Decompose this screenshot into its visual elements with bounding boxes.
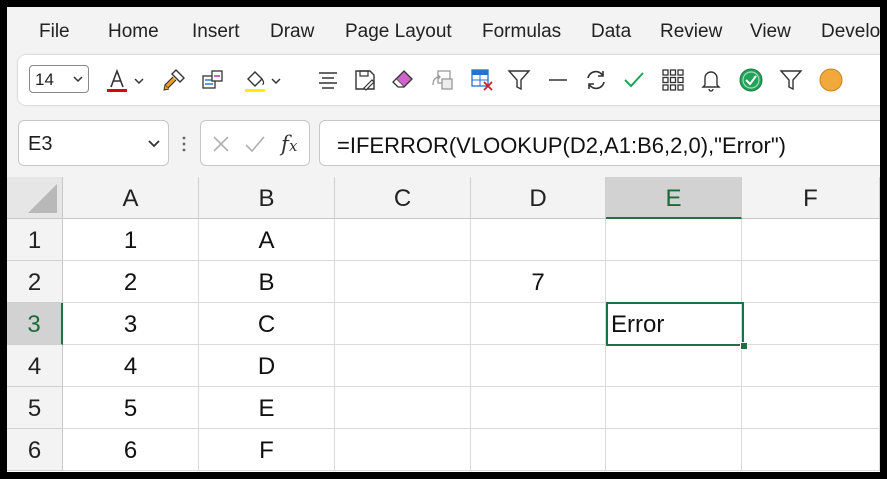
eraser-icon[interactable] [390, 67, 416, 93]
format-painter-icon[interactable] [161, 67, 187, 93]
save-as-icon[interactable] [352, 67, 378, 93]
cell-c2[interactable] [335, 261, 471, 303]
chevron-down-icon[interactable] [271, 77, 281, 85]
check-circle-icon[interactable] [738, 67, 764, 93]
cell-a6[interactable]: 6 [63, 429, 199, 471]
name-box[interactable]: E3 [18, 120, 169, 166]
more-dots-icon[interactable] [181, 135, 187, 153]
cell-a3[interactable]: 3 [63, 303, 199, 345]
cell-b1[interactable]: A [199, 219, 335, 261]
enter-check-icon[interactable] [244, 134, 266, 154]
chevron-down-icon [148, 140, 160, 148]
formula-bar[interactable]: =IFERROR(VLOOKUP(D2,A1:B6,2,0),"Error") [319, 120, 880, 166]
cell-d5[interactable] [471, 387, 606, 429]
cell-e4[interactable] [606, 345, 742, 387]
column-header-f[interactable]: F [742, 177, 880, 219]
cell-a4[interactable]: 4 [63, 345, 199, 387]
cell-e6[interactable] [606, 429, 742, 471]
cell-a5[interactable]: 5 [63, 387, 199, 429]
column-header-d[interactable]: D [471, 177, 606, 219]
cell-e2[interactable] [606, 261, 742, 303]
cell-d4[interactable] [471, 345, 606, 387]
ribbon-tabs: File Home Insert Draw Page Layout Formul… [7, 7, 880, 51]
tab-data[interactable]: Data [591, 21, 631, 43]
cell-e3[interactable]: Error [606, 303, 742, 345]
cell-b3[interactable]: C [199, 303, 335, 345]
select-all-triangle-icon [28, 184, 57, 213]
tab-formulas[interactable]: Formulas [482, 21, 561, 43]
cell-c6[interactable] [335, 429, 471, 471]
cell-e5[interactable] [606, 387, 742, 429]
cell-c1[interactable] [335, 219, 471, 261]
cell-e1[interactable] [606, 219, 742, 261]
filter-icon-2[interactable] [778, 67, 804, 93]
minus-icon[interactable] [545, 67, 571, 93]
svg-text:x: x [289, 137, 298, 155]
tab-file[interactable]: File [39, 21, 70, 43]
delete-table-icon[interactable] [469, 67, 495, 93]
refresh-icon[interactable] [583, 67, 609, 93]
insert-function-icon[interactable]: fx [279, 131, 303, 157]
cell-f4[interactable] [742, 345, 880, 387]
fill-handle[interactable] [740, 342, 748, 350]
name-box-value: E3 [28, 133, 53, 155]
tab-developer[interactable]: Develo [821, 21, 880, 43]
filter-icon[interactable] [506, 67, 532, 93]
cell-c4[interactable] [335, 345, 471, 387]
cell-b6[interactable]: F [199, 429, 335, 471]
cell-d1[interactable] [471, 219, 606, 261]
partial-orange-icon[interactable] [818, 67, 844, 93]
cell-d3[interactable] [471, 303, 606, 345]
tab-page-layout[interactable]: Page Layout [345, 21, 452, 43]
cell-a2[interactable]: 2 [63, 261, 199, 303]
cell-f3[interactable] [742, 303, 880, 345]
cell-c3[interactable] [335, 303, 471, 345]
cell-d2[interactable]: 7 [471, 261, 606, 303]
row-header-3[interactable]: 3 [7, 303, 63, 345]
quick-toolbar: 14 [18, 55, 880, 105]
fill-color-icon[interactable] [242, 67, 268, 93]
tab-draw[interactable]: Draw [270, 21, 314, 43]
select-all-corner[interactable] [7, 177, 63, 219]
paste-icon[interactable] [430, 67, 456, 93]
checkmark-icon[interactable] [621, 67, 647, 93]
cancel-icon[interactable] [211, 134, 231, 154]
font-color-icon[interactable] [104, 67, 130, 93]
formula-buttons: fx [200, 120, 310, 166]
cell-f2[interactable] [742, 261, 880, 303]
font-size-value: 14 [35, 70, 54, 89]
cell-f6[interactable] [742, 429, 880, 471]
tab-home[interactable]: Home [108, 21, 159, 43]
row-header-1[interactable]: 1 [7, 219, 63, 261]
grid-icon[interactable] [660, 67, 686, 93]
cell-f1[interactable] [742, 219, 880, 261]
cell-b2[interactable]: B [199, 261, 335, 303]
font-size-select[interactable]: 14 [29, 65, 89, 93]
chevron-down-icon[interactable] [134, 77, 144, 85]
cell-styles-icon[interactable] [200, 67, 226, 93]
row-header-4[interactable]: 4 [7, 345, 63, 387]
cell-c5[interactable] [335, 387, 471, 429]
align-icon[interactable] [315, 67, 341, 93]
column-header-b[interactable]: B [199, 177, 335, 219]
cell-b4[interactable]: D [199, 345, 335, 387]
row-header-6[interactable]: 6 [7, 429, 63, 471]
cell-b5[interactable]: E [199, 387, 335, 429]
tab-view[interactable]: View [750, 21, 791, 43]
spreadsheet-grid: ABCDEF 1 1 A 2 2 B 7 3 3 C Error 4 4 D 5 5 E 6 6 F [7, 177, 880, 472]
column-header-c[interactable]: C [335, 177, 471, 219]
tab-insert[interactable]: Insert [192, 21, 240, 43]
row-header-2[interactable]: 2 [7, 261, 63, 303]
column-header-a[interactable]: A [63, 177, 199, 219]
bell-icon[interactable] [698, 67, 724, 93]
chevron-down-icon [73, 76, 83, 83]
formula-text: =IFERROR(VLOOKUP(D2,A1:B6,2,0),"Error") [337, 133, 787, 158]
excel-window: File Home Insert Draw Page Layout Formul… [7, 7, 880, 472]
column-header-e[interactable]: E [606, 177, 742, 219]
cell-d6[interactable] [471, 429, 606, 471]
row-header-5[interactable]: 5 [7, 387, 63, 429]
tab-review[interactable]: Review [660, 21, 722, 43]
cell-a1[interactable]: 1 [63, 219, 199, 261]
cell-f5[interactable] [742, 387, 880, 429]
